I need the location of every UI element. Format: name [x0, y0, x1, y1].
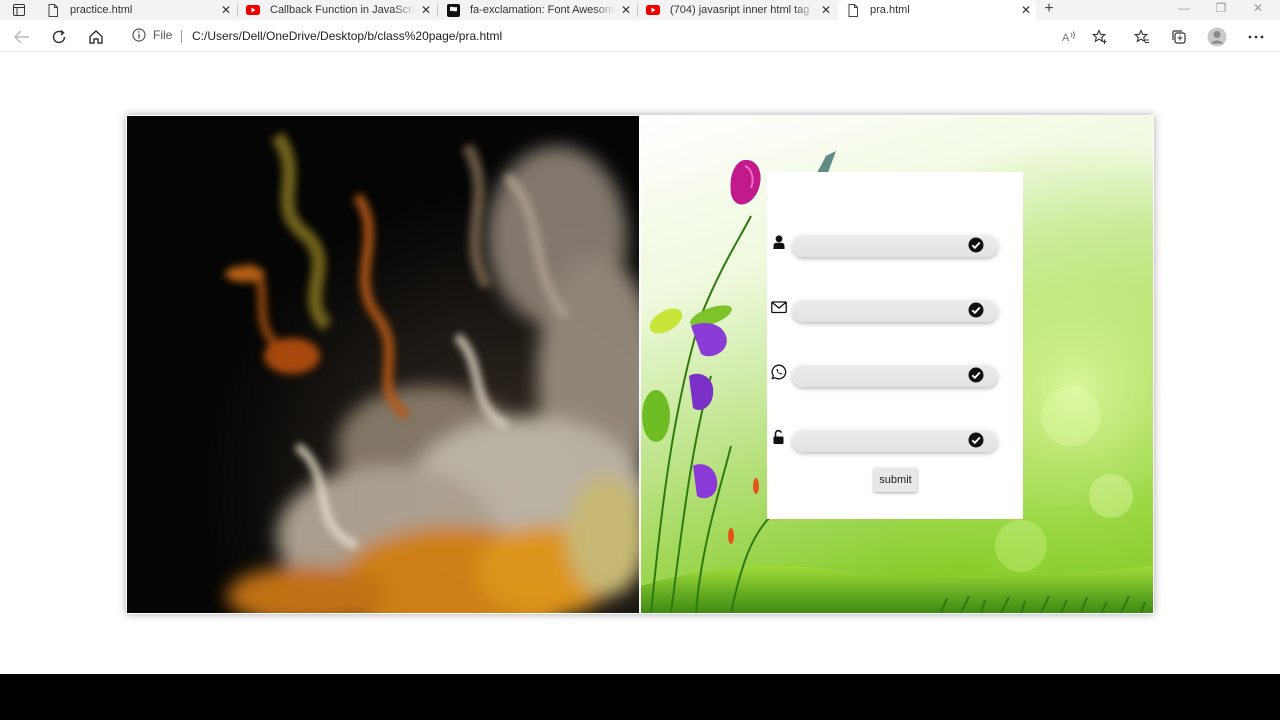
- submit-button[interactable]: submit: [874, 468, 917, 492]
- read-aloud-icon: A: [1062, 31, 1075, 44]
- youtube-icon: [246, 3, 260, 17]
- check-circle-icon: [968, 302, 984, 318]
- check-circle-icon: [968, 237, 984, 253]
- site-info-button[interactable]: File: [132, 28, 172, 42]
- avatar: [1207, 27, 1227, 47]
- close-icon[interactable]: ✕: [816, 3, 836, 17]
- favorites-button[interactable]: [1129, 24, 1155, 50]
- file-icon: [46, 3, 60, 17]
- signup-form: submit: [767, 172, 1023, 519]
- minimize-icon: —: [1178, 1, 1190, 15]
- tab-callback[interactable]: Callback Function in JavaScript | ✕: [238, 0, 436, 20]
- tab-font-awesome[interactable]: fa-exclamation: Font Awesome I ✕: [438, 0, 636, 20]
- address-bar[interactable]: C:/Users/Dell/OneDrive/Desktop/b/class%2…: [192, 29, 502, 43]
- close-icon[interactable]: ✕: [1016, 3, 1036, 17]
- more-icon: [1248, 35, 1264, 39]
- unlock-icon: [773, 429, 784, 444]
- new-tab-button[interactable]: +: [1038, 0, 1060, 20]
- tab-title: pra.html: [870, 4, 910, 16]
- profile-button[interactable]: [1204, 24, 1230, 50]
- username-row: [767, 230, 1023, 260]
- refresh-button[interactable]: [46, 24, 72, 50]
- page-content: submit: [0, 53, 1280, 674]
- arrow-left-icon: [14, 30, 29, 44]
- tab-title: fa-exclamation: Font Awesome I: [470, 4, 616, 16]
- info-icon: [132, 28, 146, 42]
- tab-practice[interactable]: practice.html ✕: [38, 0, 236, 20]
- phone-row: [767, 360, 1023, 390]
- close-icon: ✕: [1252, 1, 1264, 15]
- youtube-icon: [646, 3, 660, 17]
- close-window-button[interactable]: ✕: [1240, 0, 1276, 20]
- minimize-button[interactable]: —: [1166, 0, 1202, 20]
- settings-more-button[interactable]: [1243, 24, 1269, 50]
- restore-button[interactable]: ❐: [1203, 0, 1239, 20]
- address-divider: [181, 30, 182, 43]
- read-aloud-button[interactable]: A: [1057, 24, 1083, 50]
- password-row: [767, 425, 1023, 455]
- tab-inner-html-video[interactable]: (704) javasript inner html tag - Yo ✕: [638, 0, 836, 20]
- back-button[interactable]: [9, 24, 35, 50]
- tab-strip: practice.html ✕ Callback Function in Jav…: [0, 0, 1280, 20]
- plus-icon: +: [1044, 0, 1054, 17]
- collections-icon: [1172, 30, 1186, 44]
- collections-button[interactable]: [1166, 24, 1192, 50]
- refresh-icon: [52, 29, 66, 44]
- tab-title: practice.html: [70, 4, 133, 16]
- add-favorite-button[interactable]: [1087, 24, 1113, 50]
- email-row: [767, 295, 1023, 325]
- check-circle-icon: [968, 432, 984, 448]
- file-icon: [846, 3, 860, 17]
- star-plus-icon: [1092, 29, 1107, 44]
- whatsapp-icon: [771, 364, 787, 380]
- tab-title: Callback Function in JavaScript |: [270, 4, 416, 16]
- svg-text:A: A: [1062, 32, 1070, 44]
- ink-smoke-image: [127, 116, 639, 613]
- tab-pra[interactable]: pra.html ✕: [838, 0, 1036, 20]
- home-button[interactable]: [83, 24, 109, 50]
- browser-window: practice.html ✕ Callback Function in Jav…: [0, 0, 1280, 674]
- tab-title: (704) javasript inner html tag - Yo: [670, 4, 816, 16]
- browser-toolbar: File C:/Users/Dell/OneDrive/Desktop/b/cl…: [0, 20, 1280, 52]
- signup-card: submit: [126, 115, 1154, 614]
- tab-actions-icon: [13, 4, 25, 16]
- envelope-icon: [771, 301, 787, 314]
- font-awesome-icon: [446, 3, 460, 17]
- close-icon[interactable]: ✕: [216, 3, 236, 17]
- address-scheme-label: File: [153, 28, 173, 42]
- close-icon[interactable]: ✕: [416, 3, 436, 17]
- check-circle-icon: [968, 367, 984, 383]
- home-icon: [89, 30, 103, 44]
- close-icon[interactable]: ✕: [616, 3, 636, 17]
- user-icon: [773, 235, 785, 249]
- tab-actions-button[interactable]: [4, 0, 34, 20]
- favorites-icon: [1134, 29, 1149, 43]
- restore-icon: ❐: [1215, 1, 1227, 15]
